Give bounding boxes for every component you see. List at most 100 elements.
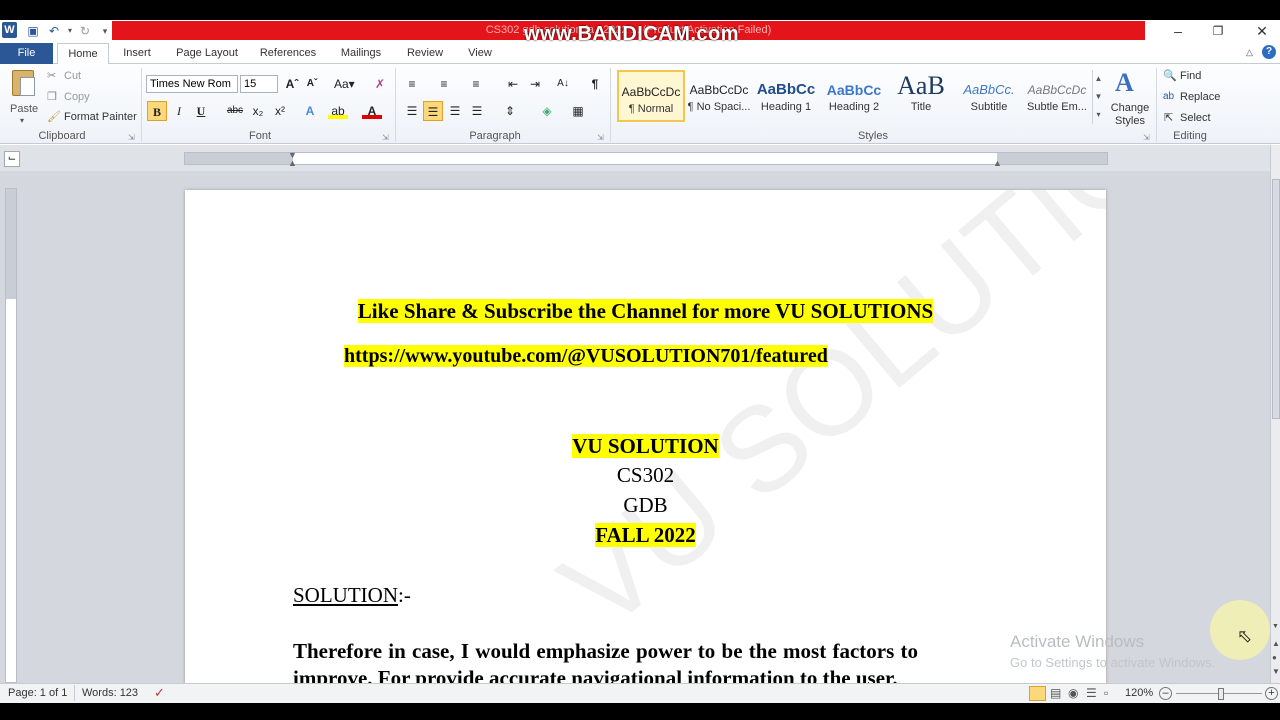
bullets-icon[interactable]: ≡ bbox=[402, 74, 422, 94]
replace-button[interactable]: Replace bbox=[1180, 89, 1220, 105]
save-icon[interactable]: ▣ bbox=[25, 23, 41, 39]
tab-home[interactable]: Home bbox=[57, 43, 109, 65]
increase-indent-icon[interactable]: ⇥ bbox=[525, 74, 545, 94]
tab-review[interactable]: Review bbox=[400, 43, 450, 64]
undo-dropdown-icon[interactable]: ▾ bbox=[62, 23, 78, 39]
cut-button[interactable]: Cut bbox=[64, 68, 81, 84]
bold-button[interactable]: B bbox=[147, 101, 167, 121]
shrink-font-icon[interactable]: Aˇ bbox=[302, 74, 322, 94]
style-title[interactable]: AaB Title bbox=[887, 70, 955, 122]
borders-icon[interactable]: ▦ bbox=[568, 101, 588, 121]
tab-mailings[interactable]: Mailings bbox=[332, 43, 390, 64]
line-spacing-icon[interactable]: ⇕ bbox=[500, 101, 520, 121]
next-page-icon[interactable]: ▼ bbox=[1272, 667, 1280, 676]
copy-icon[interactable]: ❐ bbox=[47, 89, 57, 105]
subscript-button[interactable]: x₂ bbox=[248, 101, 268, 121]
channel-link-line[interactable]: https://www.youtube.com/@VUSOLUTION701/f… bbox=[344, 343, 828, 369]
course-line[interactable]: CS302 bbox=[185, 462, 1106, 489]
tab-insert[interactable]: Insert bbox=[114, 43, 160, 64]
font-name-select[interactable]: Times New Rom bbox=[146, 75, 238, 93]
clipboard-launcher-icon[interactable]: ⇲ bbox=[128, 130, 135, 146]
superscript-button[interactable]: x² bbox=[270, 101, 290, 121]
decrease-indent-icon[interactable]: ⇤ bbox=[503, 74, 523, 94]
tab-page-layout[interactable]: Page Layout bbox=[168, 43, 246, 64]
align-center-icon[interactable]: ☰ bbox=[423, 101, 443, 121]
zoom-out-icon[interactable]: – bbox=[1159, 687, 1172, 700]
tab-selector-icon[interactable]: ⌙ bbox=[4, 151, 20, 167]
align-right-icon[interactable]: ☰ bbox=[445, 101, 465, 121]
type-line[interactable]: GDB bbox=[185, 492, 1106, 519]
cut-icon[interactable]: ✂ bbox=[47, 68, 56, 84]
vertical-scrollbar[interactable]: ▼ ▲ ● ▼ bbox=[1270, 145, 1280, 683]
style-heading-1[interactable]: AaBbCc Heading 1 bbox=[752, 70, 820, 122]
numbering-icon[interactable]: ≡ bbox=[434, 74, 454, 94]
copy-button[interactable]: Copy bbox=[64, 89, 90, 105]
word-app-icon[interactable]: W bbox=[2, 22, 17, 38]
grow-font-icon[interactable]: Aˆ bbox=[282, 74, 302, 94]
style-heading-2[interactable]: AaBbCc Heading 2 bbox=[820, 70, 888, 122]
font-size-select[interactable]: 15 bbox=[240, 75, 278, 93]
sort-icon[interactable]: A↓ bbox=[553, 74, 573, 94]
print-layout-icon[interactable] bbox=[1029, 686, 1046, 701]
scroll-thumb[interactable] bbox=[1272, 179, 1280, 419]
zoom-slider-thumb[interactable] bbox=[1218, 688, 1224, 700]
strikethrough-button[interactable]: abc bbox=[225, 101, 245, 121]
paragraph-launcher-icon[interactable]: ⇲ bbox=[597, 130, 604, 146]
paragraph-line-1[interactable]: Therefore in case, I would emphasize pow… bbox=[293, 638, 918, 665]
select-button[interactable]: Select bbox=[1180, 110, 1211, 126]
change-styles-button[interactable]: Change Styles bbox=[1108, 102, 1152, 128]
underline-button[interactable]: U bbox=[191, 101, 211, 121]
browse-object-icon[interactable]: ● bbox=[1272, 653, 1277, 662]
text-effects-icon[interactable]: A bbox=[300, 101, 320, 121]
vertical-ruler[interactable] bbox=[5, 188, 17, 683]
align-left-icon[interactable]: ☰ bbox=[402, 101, 422, 121]
restore-button[interactable]: ❐ bbox=[1198, 22, 1238, 40]
font-launcher-icon[interactable]: ⇲ bbox=[382, 130, 389, 146]
customize-qat-icon[interactable]: ▾ bbox=[97, 23, 113, 39]
web-layout-icon[interactable]: ◉ bbox=[1068, 686, 1078, 700]
styles-gallery-scroll[interactable]: ▲ ▼ ▾ bbox=[1092, 70, 1104, 124]
font-color-icon[interactable]: A bbox=[362, 101, 382, 119]
previous-page-icon[interactable]: ▲ bbox=[1272, 639, 1280, 648]
page-count[interactable]: Page: 1 of 1 bbox=[8, 687, 67, 699]
change-styles-icon[interactable]: A bbox=[1115, 68, 1134, 98]
style-subtitle[interactable]: AaBbCc. Subtitle bbox=[955, 70, 1023, 122]
zoom-in-icon[interactable]: + bbox=[1265, 687, 1278, 700]
proofing-icon[interactable]: ✓ bbox=[154, 685, 165, 701]
minimize-ribbon-icon[interactable]: △ bbox=[1246, 47, 1253, 58]
find-icon[interactable]: 🔍 bbox=[1163, 68, 1177, 84]
paste-icon[interactable] bbox=[10, 68, 38, 100]
right-indent-icon[interactable]: ▲ bbox=[993, 158, 1002, 168]
close-button[interactable]: ✕ bbox=[1242, 22, 1280, 40]
styles-launcher-icon[interactable]: ⇲ bbox=[1143, 130, 1150, 146]
document-page[interactable]: VU SOLUTION Like Share & Subscribe the C… bbox=[185, 190, 1106, 690]
term-line[interactable]: FALL 2022 bbox=[185, 522, 1106, 549]
redo-icon[interactable]: ↻ bbox=[77, 23, 93, 39]
tab-view[interactable]: View bbox=[458, 43, 502, 64]
italic-button[interactable]: I bbox=[169, 101, 189, 121]
horizontal-ruler[interactable]: ▼ ▲ ▲ bbox=[184, 150, 1108, 168]
minimize-button[interactable]: – bbox=[1158, 22, 1198, 40]
find-button[interactable]: Find bbox=[1180, 68, 1201, 84]
clear-formatting-icon[interactable]: ✗ bbox=[370, 74, 390, 94]
solution-heading-line[interactable]: SOLUTION:- bbox=[293, 582, 411, 609]
full-screen-reading-icon[interactable]: ▤ bbox=[1050, 686, 1061, 700]
promo-line[interactable]: Like Share & Subscribe the Channel for m… bbox=[185, 298, 1106, 324]
paste-button[interactable]: Paste bbox=[10, 101, 38, 117]
style-subtle-emphasis[interactable]: AaBbCcDc Subtle Em... bbox=[1023, 70, 1091, 122]
outline-view-icon[interactable]: ☰ bbox=[1086, 686, 1097, 700]
paste-dropdown-icon[interactable]: ▾ bbox=[20, 113, 24, 129]
shading-icon[interactable]: ◈ bbox=[537, 101, 557, 121]
replace-icon[interactable]: ab bbox=[1163, 89, 1174, 105]
style-normal[interactable]: AaBbCcDc ¶ Normal bbox=[617, 70, 685, 122]
format-painter-button[interactable]: Format Painter bbox=[64, 109, 137, 125]
show-marks-button[interactable]: ¶ bbox=[585, 74, 605, 94]
hanging-indent-icon[interactable]: ▲ bbox=[288, 158, 297, 168]
brand-line[interactable]: VU SOLUTION bbox=[185, 433, 1106, 460]
undo-icon[interactable]: ↶ bbox=[46, 23, 62, 39]
tab-file[interactable]: File bbox=[0, 43, 53, 64]
select-icon[interactable]: ⇱ bbox=[1164, 110, 1173, 126]
justify-icon[interactable]: ☰ bbox=[467, 101, 487, 121]
zoom-level[interactable]: 120% bbox=[1125, 687, 1153, 699]
scroll-down-icon[interactable]: ▼ bbox=[1272, 623, 1279, 630]
